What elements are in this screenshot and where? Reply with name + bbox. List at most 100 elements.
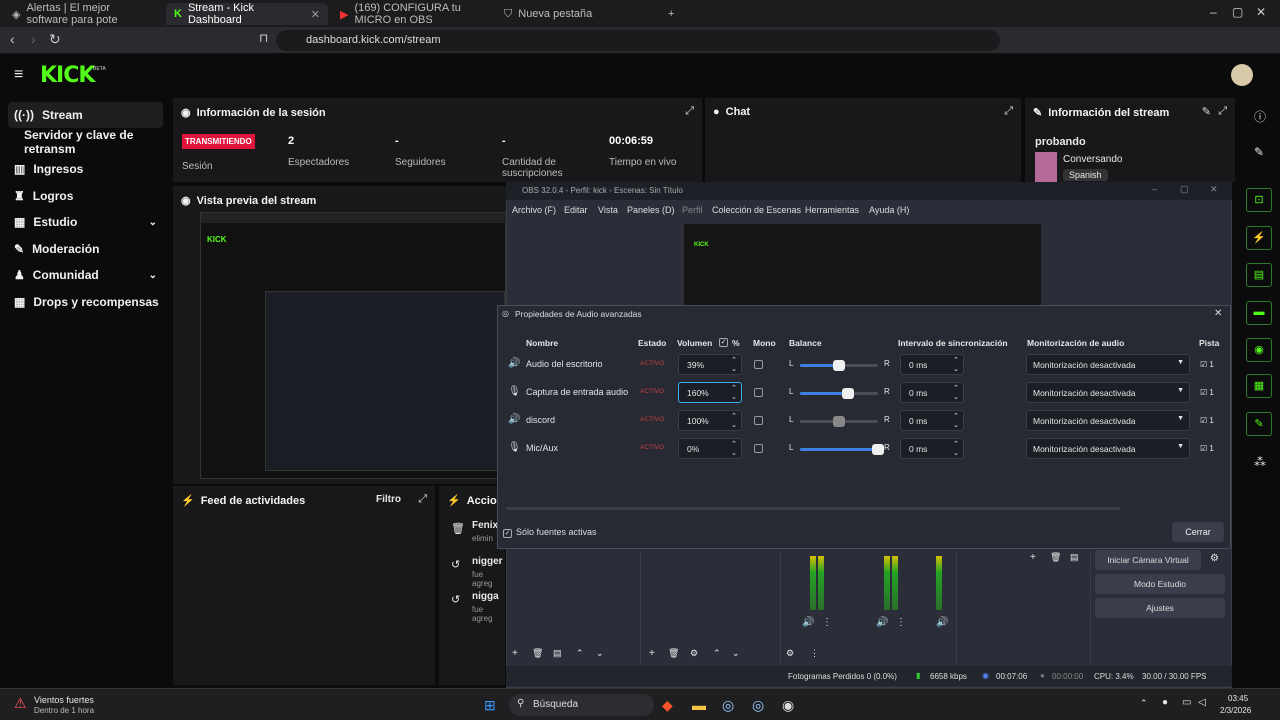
mono-checkbox[interactable] [754, 360, 763, 369]
balance-slider[interactable] [800, 388, 878, 399]
sidebar-item-achievements[interactable]: ♜ Logros [8, 183, 163, 209]
balance-slider[interactable] [800, 360, 878, 371]
add-icon[interactable]: + [649, 648, 655, 659]
kick-logo[interactable]: KICK [40, 63, 95, 88]
mono-checkbox[interactable] [754, 388, 763, 397]
balance-knob[interactable] [833, 360, 845, 371]
add-icon[interactable]: + [1030, 552, 1036, 563]
spin-arrows-icon[interactable]: ⌃ ⌄ [731, 440, 737, 458]
minimize-icon[interactable]: – [1152, 184, 1157, 194]
taskbar-search[interactable]: ⚲ Búsqueda [509, 694, 654, 716]
menu-item-scene-collection[interactable]: Colección de Escenas [712, 205, 801, 215]
expand-icon[interactable]: ⤢ [1218, 105, 1227, 118]
weather-title[interactable]: Vientos fuertes [34, 695, 94, 705]
spin-arrows-icon[interactable]: ⌃ ⌄ [953, 440, 959, 458]
volume-spinbox[interactable]: 100% ⌃ ⌄ [678, 410, 742, 431]
monitoring-dropdown[interactable]: Monitorización desactivada ▼ [1026, 410, 1190, 431]
gear-icon[interactable]: ⚙ [690, 648, 698, 659]
sidebar-item-stream[interactable]: ((·)) Stream [8, 102, 163, 128]
url-field[interactable]: dashboard.kick.com/stream [276, 30, 1000, 51]
expand-icon[interactable]: ⤢ [418, 493, 427, 506]
browser-tab[interactable]: ▶ (169) CONFIGURA tu MICRO en OBS [332, 2, 492, 26]
expand-icon[interactable]: ⤢ [685, 105, 694, 118]
speaker-icon[interactable]: 🔊 [802, 617, 814, 628]
bookmark-icon[interactable]: ⊓ [259, 31, 268, 45]
new-tab-button[interactable]: + [660, 3, 680, 25]
mono-checkbox[interactable] [754, 416, 763, 425]
move-up-icon[interactable]: ⌃ [576, 648, 584, 659]
mic-icon[interactable]: ● [1162, 697, 1168, 708]
info-icon[interactable]: ⓘ [1254, 108, 1266, 125]
sidebar-item-moderation[interactable]: ✎ Moderación [8, 236, 163, 262]
track-checkbox[interactable]: ☑ 1 [1200, 388, 1214, 397]
filter-icon[interactable]: ▤ [1070, 552, 1079, 563]
gear-icon[interactable]: ⚙ [1210, 553, 1219, 564]
more-icon[interactable]: ⋮ [810, 648, 819, 659]
spin-arrows-icon[interactable]: ⌃ ⌄ [953, 384, 959, 402]
obs-icon[interactable]: ◉ [782, 697, 794, 714]
menu-item-docks[interactable]: Paneles (D) [627, 205, 675, 215]
edit-icon[interactable]: ✎ [1202, 105, 1211, 118]
windows-start-icon[interactable]: ⊞ [484, 697, 496, 714]
balance-slider[interactable] [800, 444, 884, 455]
sidebar-item-community[interactable]: ♟ Comunidad ⌄ [8, 262, 163, 288]
move-down-icon[interactable]: ⌄ [732, 648, 740, 659]
obs-preview-canvas[interactable]: KICK [684, 224, 1041, 310]
nodes-icon[interactable]: ⁂ [1254, 455, 1266, 469]
balance-knob[interactable] [833, 416, 845, 427]
trash-icon[interactable]: 🗑 [1050, 552, 1061, 563]
more-icon[interactable]: ⋮ [822, 617, 832, 628]
track-checkbox[interactable]: ☑ 1 [1200, 444, 1214, 453]
hamburger-icon[interactable]: ≡ [14, 66, 23, 84]
volume-spinbox[interactable]: 39% ⌃ ⌄ [678, 354, 742, 375]
stream-preview-video[interactable]: KICK [200, 212, 507, 479]
menu-item-help[interactable]: Ayuda (H) [869, 205, 909, 215]
volume-icon[interactable]: ◁ [1198, 697, 1206, 708]
steam-icon[interactable]: ◎ [722, 697, 734, 714]
trash-icon[interactable]: 🗑 [532, 648, 543, 659]
menu-item-tools[interactable]: Herramientas [805, 205, 859, 215]
brave-icon[interactable]: ◆ [662, 697, 673, 714]
spin-arrows-icon[interactable]: ⌃ ⌄ [953, 356, 959, 374]
speaker-icon[interactable]: 🔊 [936, 617, 948, 628]
stream-category[interactable]: Conversando [1063, 154, 1122, 165]
chat-icon[interactable]: ▬ [1246, 301, 1272, 325]
balance-knob[interactable] [842, 388, 855, 399]
chevron-up-icon[interactable]: ⌃ [1140, 698, 1148, 709]
track-checkbox[interactable]: ☑ 1 [1200, 416, 1214, 425]
maximize-icon[interactable]: ▢ [1232, 5, 1243, 19]
browser-tab-active[interactable]: K Stream - Kick Dashboard ✕ [166, 2, 328, 26]
monitoring-dropdown[interactable]: Monitorización desactivada ▼ [1026, 438, 1190, 459]
percent-checkbox[interactable]: ✓ [719, 338, 728, 347]
horizontal-scrollbar[interactable] [506, 507, 1120, 510]
menu-item-profile[interactable]: Perfil [682, 205, 703, 215]
spin-arrows-icon[interactable]: ⌃ ⌄ [731, 384, 737, 402]
settings-button[interactable]: Ajustes [1095, 598, 1225, 618]
network-icon[interactable]: ▭ [1182, 697, 1191, 708]
spin-arrows-icon[interactable]: ⌃ ⌄ [731, 412, 737, 430]
add-icon[interactable]: + [512, 648, 518, 659]
sync-offset-spinbox[interactable]: 0 ms ⌃ ⌄ [900, 354, 964, 375]
filter-icon[interactable]: ▤ [553, 648, 562, 659]
close-window-icon[interactable]: ✕ [1210, 184, 1218, 195]
balance-knob[interactable] [872, 444, 884, 455]
back-icon[interactable]: ‹ [10, 31, 15, 47]
avatar[interactable] [1231, 64, 1253, 86]
sidebar-item-income[interactable]: ▥ Ingresos [8, 156, 163, 182]
close-icon[interactable]: ✕ [311, 8, 320, 21]
monitoring-dropdown[interactable]: Monitorización desactivada ▼ [1026, 354, 1190, 375]
clipboard-icon[interactable]: ▤ [1246, 263, 1272, 287]
gear-icon[interactable]: ⚙ [786, 648, 794, 659]
menu-item-view[interactable]: Vista [598, 205, 618, 215]
spin-arrows-icon[interactable]: ⌃ ⌄ [953, 412, 959, 430]
filter-button[interactable]: Filtro [376, 494, 401, 505]
minimize-icon[interactable]: – [1210, 5, 1217, 19]
volume-spinbox[interactable]: 160% ⌃ ⌄ [678, 382, 742, 403]
folder-icon[interactable]: ▬ [692, 697, 706, 713]
steam-icon[interactable]: ◎ [752, 697, 764, 714]
only-active-sources-checkbox[interactable]: ✓ Sólo fuentes activas [503, 527, 597, 538]
more-icon[interactable]: ⋮ [896, 617, 906, 628]
edit-icon[interactable]: ✎ [1254, 145, 1264, 159]
wrench-icon[interactable]: ✎ [1246, 412, 1272, 436]
reload-icon[interactable]: ↻ [49, 31, 61, 48]
